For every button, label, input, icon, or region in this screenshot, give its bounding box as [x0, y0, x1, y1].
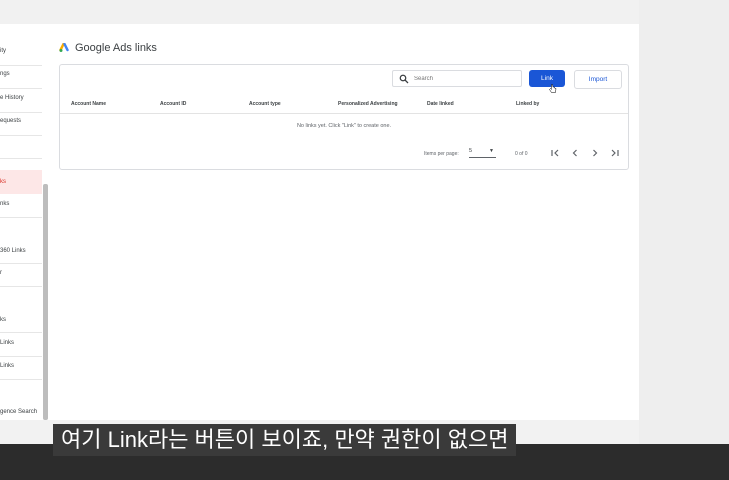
page-title: Google Ads links — [59, 41, 157, 55]
search-icon — [399, 74, 409, 83]
empty-state-message: No links yet. Click "Link" to create one… — [296, 123, 392, 129]
column-header-account-name[interactable]: Account Name — [71, 101, 106, 107]
sidebar-item-change-history[interactable]: e History — [0, 95, 42, 101]
sidebar-item-links-b[interactable]: Links — [0, 363, 42, 369]
previous-page-button[interactable] — [569, 147, 581, 159]
import-button[interactable]: Import — [574, 70, 622, 89]
sidebar-divider — [0, 112, 42, 113]
dropdown-caret-icon: ▼ — [489, 148, 494, 154]
sidebar-divider — [0, 158, 42, 159]
column-header-account-id[interactable]: Account ID — [160, 101, 186, 107]
sidebar-item-activity[interactable]: ity — [0, 48, 42, 54]
pagination-range: 0 of 0 — [515, 151, 528, 157]
column-header-account-type[interactable]: Account type — [249, 101, 281, 107]
sidebar-item-r[interactable]: r — [0, 270, 42, 276]
header-divider — [60, 113, 628, 114]
column-header-personalized-advertising[interactable]: Personalized Advertising — [338, 101, 398, 107]
chevron-right-icon — [593, 149, 598, 157]
sidebar-item-settings[interactable]: ngs — [0, 71, 42, 77]
items-per-page-value: 5 — [469, 148, 473, 154]
sidebar-item-360-links[interactable]: 360 Links — [0, 248, 42, 254]
sidebar-divider — [0, 217, 42, 218]
sidebar-item-requests[interactable]: equests — [0, 118, 42, 124]
sidebar-divider — [0, 356, 42, 357]
hand-cursor-icon — [549, 84, 557, 93]
sidebar-divider — [0, 286, 42, 287]
items-per-page-select[interactable]: 5 ▼ — [469, 147, 496, 158]
sidebar-item-google-ads-links[interactable]: ks — [0, 170, 42, 194]
video-subtitle: 여기 Link라는 버튼이 보이죠, 만약 권한이 없으면 — [53, 424, 517, 456]
next-page-button[interactable] — [589, 147, 601, 159]
search-box[interactable] — [392, 70, 522, 87]
links-table-card: Link Import Account Name Account ID Acco… — [59, 64, 629, 170]
top-bar — [0, 0, 729, 24]
items-per-page-label: Items per page: — [424, 151, 459, 157]
last-page-icon — [611, 149, 619, 157]
first-page-icon — [551, 149, 559, 157]
sidebar-divider — [0, 135, 42, 136]
column-header-date-linked[interactable]: Date linked — [427, 101, 454, 107]
sidebar-divider — [0, 88, 42, 89]
sidebar-divider — [0, 263, 42, 264]
page-title-text: Google Ads links — [75, 42, 157, 54]
chevron-left-icon — [572, 149, 577, 157]
sidebar-divider — [0, 65, 42, 66]
sidebar: ity ngs e History equests ks nks 360 Lin… — [0, 24, 50, 420]
google-ads-logo-icon — [59, 43, 69, 52]
last-page-button[interactable] — [609, 147, 621, 159]
column-header-linked-by[interactable]: Linked by — [516, 101, 539, 107]
sidebar-item-intelligence-search[interactable]: gence Search — [0, 409, 42, 415]
sidebar-item-links-a[interactable]: Links — [0, 340, 42, 346]
sidebar-scrollbar[interactable] — [43, 184, 48, 420]
sidebar-item-links[interactable]: nks — [0, 201, 42, 207]
first-page-button[interactable] — [549, 147, 561, 159]
search-input[interactable] — [414, 75, 514, 82]
right-background — [639, 0, 729, 480]
sidebar-divider — [0, 379, 42, 380]
main-content: Google Ads links Link Import Account Nam… — [49, 24, 639, 420]
sidebar-divider — [0, 332, 42, 333]
link-button[interactable]: Link — [529, 70, 565, 87]
sidebar-item-ks[interactable]: ks — [0, 317, 42, 323]
